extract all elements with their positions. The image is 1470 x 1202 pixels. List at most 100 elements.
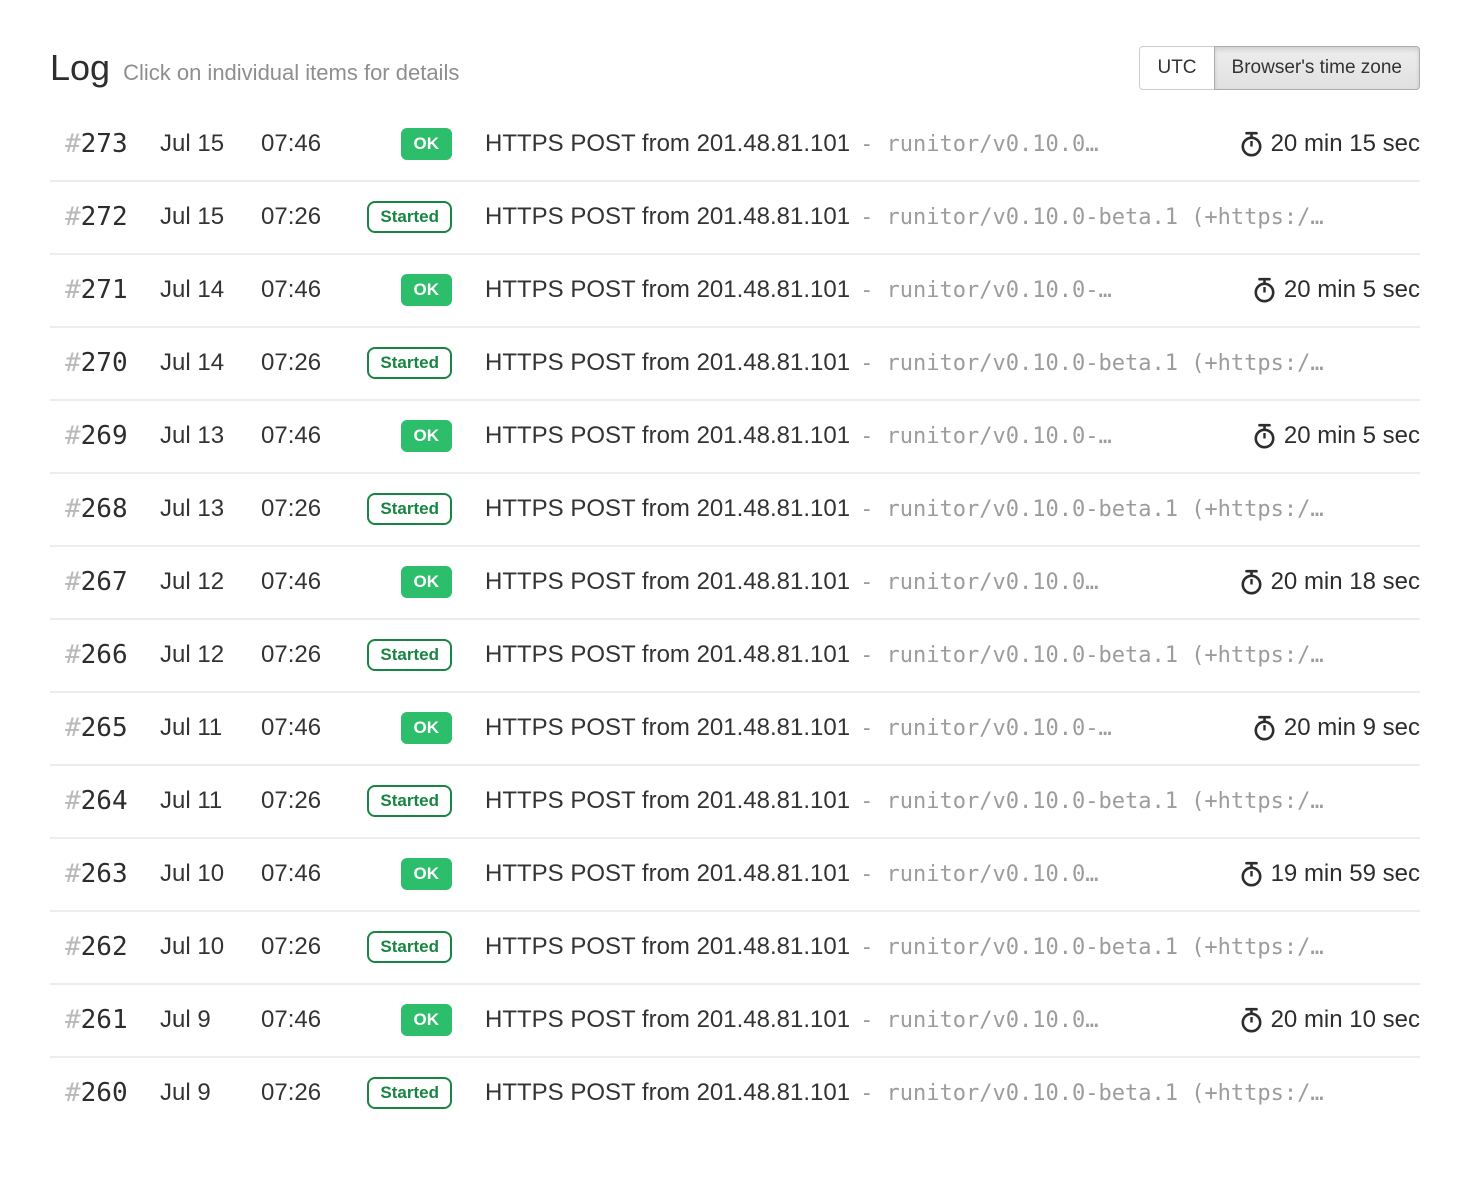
event-time: 07:26	[261, 495, 360, 523]
event-id: #264	[50, 786, 160, 816]
event-message: HTTPS POST from 201.48.81.101	[485, 568, 850, 596]
event-message: HTTPS POST from 201.48.81.101	[485, 203, 850, 231]
user-agent: - runitor/v0.10.0-…	[860, 424, 1112, 449]
event-date: Jul 9	[160, 1006, 261, 1034]
log-row[interactable]: #265 Jul 11 07:46 OK HTTPS POST from 201…	[50, 691, 1420, 764]
log-row[interactable]: #272 Jul 15 07:26 Started HTTPS POST fro…	[50, 180, 1420, 253]
status-badge: Started	[367, 639, 452, 671]
status-badge: Started	[367, 785, 452, 817]
status-badge: OK	[401, 1004, 453, 1036]
event-date: Jul 11	[160, 787, 261, 815]
status-badge: OK	[401, 566, 453, 598]
event-description: HTTPS POST from 201.48.81.101 - runitor/…	[485, 1079, 1420, 1107]
event-duration: 19 min 59 sec	[1240, 860, 1420, 888]
hash-prefix: #	[65, 932, 81, 962]
status-badge: Started	[367, 493, 452, 525]
status-badge-cell: OK	[360, 566, 452, 598]
page-title: Log	[50, 50, 110, 86]
event-message: HTTPS POST from 201.48.81.101	[485, 495, 850, 523]
status-badge: Started	[367, 201, 452, 233]
status-badge-cell: OK	[360, 712, 452, 744]
event-description: HTTPS POST from 201.48.81.101 - runitor/…	[485, 714, 1239, 742]
event-time: 07:26	[261, 641, 360, 669]
log-row[interactable]: #269 Jul 13 07:46 OK HTTPS POST from 201…	[50, 399, 1420, 472]
event-message: HTTPS POST from 201.48.81.101	[485, 349, 850, 377]
user-agent: - runitor/v0.10.0-beta.1 (+https:/…	[860, 351, 1324, 376]
event-description: HTTPS POST from 201.48.81.101 - runitor/…	[485, 422, 1239, 450]
log-row[interactable]: #263 Jul 10 07:46 OK HTTPS POST from 201…	[50, 837, 1420, 910]
log-row[interactable]: #273 Jul 15 07:46 OK HTTPS POST from 201…	[50, 109, 1420, 180]
page-header: Log Click on individual items for detail…	[50, 46, 1420, 90]
log-row[interactable]: #270 Jul 14 07:26 Started HTTPS POST fro…	[50, 326, 1420, 399]
stopwatch-icon	[1240, 131, 1263, 158]
event-id: #269	[50, 421, 160, 451]
event-id: #265	[50, 713, 160, 743]
user-agent: - runitor/v0.10.0-…	[860, 716, 1112, 741]
event-message: HTTPS POST from 201.48.81.101	[485, 860, 850, 888]
hash-prefix: #	[65, 1005, 81, 1035]
duration-text: 19 min 59 sec	[1271, 860, 1420, 888]
status-badge-cell: Started	[360, 201, 452, 233]
log-row[interactable]: #264 Jul 11 07:26 Started HTTPS POST fro…	[50, 764, 1420, 837]
event-date: Jul 12	[160, 568, 261, 596]
hash-prefix: #	[65, 129, 81, 159]
log-row[interactable]: #271 Jul 14 07:46 OK HTTPS POST from 201…	[50, 253, 1420, 326]
event-id: #261	[50, 1005, 160, 1035]
event-description: HTTPS POST from 201.48.81.101 - runitor/…	[485, 568, 1226, 596]
event-date: Jul 15	[160, 130, 261, 158]
stopwatch-icon	[1253, 715, 1276, 742]
user-agent: - runitor/v0.10.0…	[860, 862, 1098, 887]
hash-prefix: #	[65, 494, 81, 524]
browser-timezone-button[interactable]: Browser's time zone	[1214, 46, 1420, 90]
event-number: 272	[81, 202, 128, 232]
log-row[interactable]: #266 Jul 12 07:26 Started HTTPS POST fro…	[50, 618, 1420, 691]
event-message: HTTPS POST from 201.48.81.101	[485, 714, 850, 742]
event-duration: 20 min 15 sec	[1240, 130, 1420, 158]
event-date: Jul 10	[160, 860, 261, 888]
event-duration: 20 min 18 sec	[1240, 568, 1420, 596]
event-message: HTTPS POST from 201.48.81.101	[485, 641, 850, 669]
utc-button[interactable]: UTC	[1139, 46, 1214, 90]
event-time: 07:26	[261, 1079, 360, 1107]
status-badge: OK	[401, 712, 453, 744]
event-time: 07:26	[261, 787, 360, 815]
log-row[interactable]: #268 Jul 13 07:26 Started HTTPS POST fro…	[50, 472, 1420, 545]
event-time: 07:26	[261, 203, 360, 231]
event-message: HTTPS POST from 201.48.81.101	[485, 1006, 850, 1034]
event-time: 07:46	[261, 422, 360, 450]
event-id: #260	[50, 1078, 160, 1108]
timezone-toggle: UTC Browser's time zone	[1139, 46, 1420, 90]
stopwatch-icon	[1253, 423, 1276, 450]
event-number: 262	[81, 932, 128, 962]
log-row[interactable]: #267 Jul 12 07:46 OK HTTPS POST from 201…	[50, 545, 1420, 618]
status-badge-cell: OK	[360, 858, 452, 890]
status-badge-cell: OK	[360, 128, 452, 160]
event-number: 266	[81, 640, 128, 670]
duration-text: 20 min 10 sec	[1271, 1006, 1420, 1034]
event-date: Jul 10	[160, 933, 261, 961]
event-description: HTTPS POST from 201.48.81.101 - runitor/…	[485, 130, 1226, 158]
event-time: 07:46	[261, 714, 360, 742]
log-row[interactable]: #262 Jul 10 07:26 Started HTTPS POST fro…	[50, 910, 1420, 983]
hash-prefix: #	[65, 640, 81, 670]
event-message: HTTPS POST from 201.48.81.101	[485, 422, 850, 450]
event-description: HTTPS POST from 201.48.81.101 - runitor/…	[485, 1006, 1226, 1034]
user-agent: - runitor/v0.10.0…	[860, 132, 1098, 157]
stopwatch-icon	[1253, 277, 1276, 304]
duration-text: 20 min 5 sec	[1284, 422, 1420, 450]
log-row[interactable]: #260 Jul 9 07:26 Started HTTPS POST from…	[50, 1056, 1420, 1129]
event-number: 264	[81, 786, 128, 816]
event-number: 263	[81, 859, 128, 889]
event-number: 260	[81, 1078, 128, 1108]
event-id: #266	[50, 640, 160, 670]
user-agent: - runitor/v0.10.0-beta.1 (+https:/…	[860, 789, 1324, 814]
log-row[interactable]: #261 Jul 9 07:46 OK HTTPS POST from 201.…	[50, 983, 1420, 1056]
user-agent: - runitor/v0.10.0…	[860, 1008, 1098, 1033]
event-description: HTTPS POST from 201.48.81.101 - runitor/…	[485, 860, 1226, 888]
event-time: 07:46	[261, 860, 360, 888]
status-badge: OK	[401, 128, 453, 160]
status-badge: Started	[367, 931, 452, 963]
hash-prefix: #	[65, 713, 81, 743]
title-wrap: Log Click on individual items for detail…	[50, 50, 459, 86]
user-agent: - runitor/v0.10.0-beta.1 (+https:/…	[860, 643, 1324, 668]
